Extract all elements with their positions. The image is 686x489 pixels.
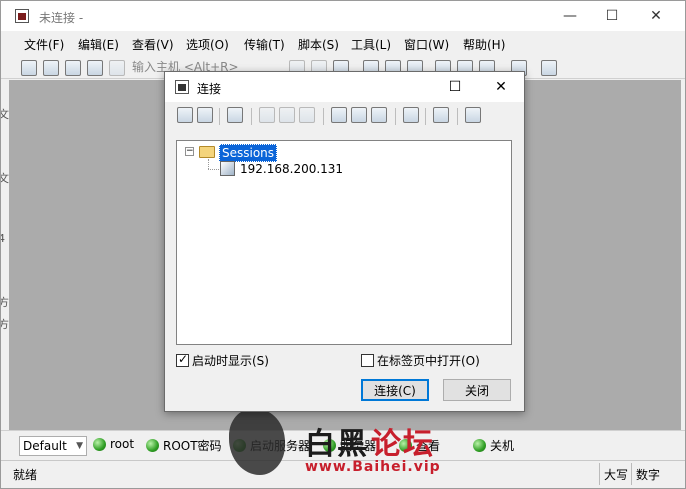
command-label: 启动服务器 [250,439,311,453]
green-status-icon [473,439,486,452]
show-on-startup-label: 启动时显示(S) [192,354,269,368]
checkbox-checked[interactable] [176,352,189,367]
dialog-title: 连接 [197,82,222,96]
dialog-app-icon [175,80,189,94]
new-session-icon[interactable] [227,107,243,123]
tree-root-sessions[interactable]: Sessions [219,144,278,162]
folder-icon [199,146,215,158]
connect-icon[interactable] [177,107,193,123]
connect-in-tab-icon[interactable] [65,60,81,76]
tree-expander[interactable]: − [185,147,194,156]
session-tree[interactable]: − Sessions 192.168.200.131 [176,140,512,345]
open-in-tab-label: 在标签页中打开(O) [377,354,480,368]
quick-connect-icon[interactable] [43,60,59,76]
command-button-view[interactable]: 查看 [399,437,440,454]
toolbar-separator [323,108,324,125]
command-button-shutdown[interactable]: 关机 [473,437,514,454]
menu-edit[interactable]: 编辑(E) [78,36,119,53]
desktop-shortcut-icon[interactable] [433,107,449,123]
toolbar-separator [425,108,426,125]
status-bar: 就绪 大写 数字 [1,460,685,488]
tree-item-host[interactable]: 192.168.200.131 [240,161,343,177]
quick-connect-icon[interactable] [197,107,213,123]
dialog-maximize-button[interactable]: ☐ [433,72,477,102]
disconnect-icon[interactable] [109,60,125,76]
new-folder-icon[interactable] [403,107,419,123]
main-window: 未连接 - — ☐ ✕ 文件(F) 编辑(E) 查看(V) 选项(O) 传输(T… [0,0,686,489]
dialog-toolbar [173,105,513,127]
command-button-server[interactable]: 服务器 [323,437,376,454]
status-caps: 大写 [599,463,632,485]
tree-connector [208,169,219,170]
menu-file[interactable]: 文件(F) [24,36,64,53]
toolbar-separator [219,108,220,125]
left-edge-text: 方 [1,296,9,309]
window-title: 未连接 - [39,11,84,25]
left-edge-text: 4 [1,232,5,245]
toolbar-separator [395,108,396,125]
checkbox-unchecked[interactable] [361,354,374,367]
command-label: 服务器 [340,439,377,453]
session-host-icon [220,161,235,176]
green-status-icon [399,439,412,452]
button-bar-select-value: Default [23,439,67,453]
menu-options[interactable]: 选项(O) [186,36,229,53]
menu-tools[interactable]: 工具(L) [351,36,391,53]
menu-bar: 文件(F) 编辑(E) 查看(V) 选项(O) 传输(T) 脚本(S) 工具(L… [1,33,685,55]
find-icon[interactable] [371,107,387,123]
green-status-icon [93,437,106,451]
reconnect-icon[interactable] [87,60,103,76]
command-button-root-password[interactable]: ROOT密码 [146,437,222,454]
properties-icon[interactable] [351,107,367,123]
status-num: 数字 [631,463,664,485]
close-dialog-button[interactable]: 关闭 [443,379,511,401]
close-button[interactable]: ✕ [633,1,679,31]
status-ready: 就绪 [13,468,38,482]
left-edge-panel: 文 文 4 方 方 [1,80,9,430]
dialog-close-button[interactable]: ✕ [479,72,523,102]
dialog-title-bar: 连接 ☐ ✕ [165,72,524,102]
help-icon[interactable] [465,107,481,123]
left-edge-text: 文 [1,172,9,185]
tree-connector [208,159,209,169]
command-button-start-server[interactable]: 启动服务器 [233,437,310,454]
app-icon [15,9,29,23]
button-bar: Default ▼ root ROOT密码 启动服务器 服务器 查看 关机 [1,430,685,458]
show-on-startup-checkbox[interactable]: 启动时显示(S) [176,352,269,369]
toolbar-separator [457,108,458,125]
command-label: ROOT密码 [163,439,222,453]
command-button-root[interactable]: root [93,437,134,451]
button-bar-select[interactable]: Default ▼ [19,436,87,456]
open-in-tab-checkbox[interactable]: 在标签页中打开(O) [361,352,480,369]
delete-icon[interactable] [331,107,347,123]
chevron-down-icon: ▼ [76,441,83,451]
screenshot-icon[interactable] [541,60,557,76]
toolbar-separator [251,108,252,125]
command-label: root [110,437,135,451]
left-edge-text: 方 [1,318,9,331]
command-label: 关机 [490,439,515,453]
command-label: 查看 [416,439,441,453]
connect-dialog: 连接 ☐ ✕ − Sessions 192.168.200.131 ✓ 启动时显… [164,71,525,412]
title-bar: 未连接 - — ☐ ✕ [1,1,685,31]
connect-icon[interactable] [21,60,37,76]
menu-window[interactable]: 窗口(W) [404,36,449,53]
connect-button[interactable]: 连接(C) [361,379,429,401]
green-status-icon [146,439,159,452]
paste-icon[interactable] [299,107,315,123]
menu-help[interactable]: 帮助(H) [463,36,505,53]
menu-transfer[interactable]: 传输(T) [244,36,285,53]
menu-script[interactable]: 脚本(S) [298,36,339,53]
cut-icon[interactable] [259,107,275,123]
green-status-icon [233,439,246,452]
menu-view[interactable]: 查看(V) [132,36,174,53]
minimize-button[interactable]: — [547,1,593,31]
copy-icon[interactable] [279,107,295,123]
green-status-icon [323,439,336,452]
left-edge-text: 文 [1,108,9,121]
maximize-button[interactable]: ☐ [589,1,635,31]
